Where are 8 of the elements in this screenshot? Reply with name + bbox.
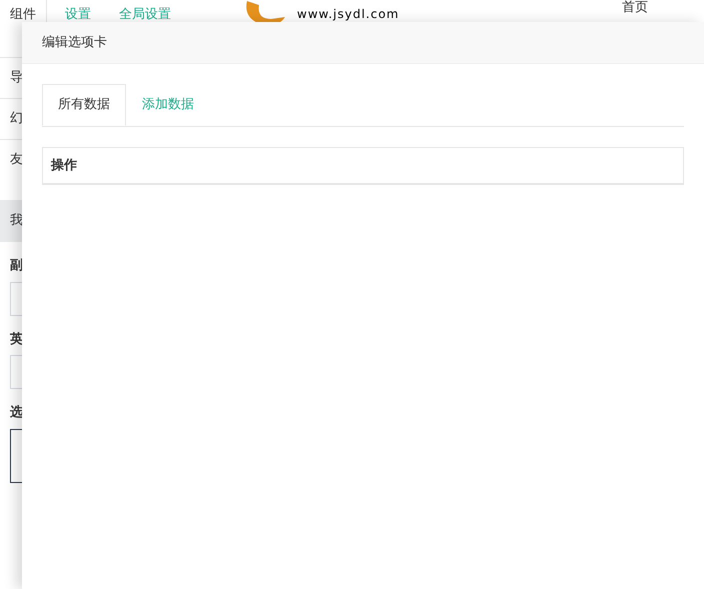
column-header: 操作 — [51, 156, 77, 175]
logo-url: www.jsydl.com — [297, 8, 400, 21]
field-label: 英 — [10, 330, 24, 348]
nav-link[interactable]: 首页 — [622, 0, 648, 18]
modal-title: 编辑选项卡 — [42, 34, 107, 52]
nav-link[interactable]: 组件 — [10, 5, 36, 25]
tab[interactable]: 所有数据 — [42, 84, 126, 126]
field-label: 选 — [10, 404, 24, 422]
